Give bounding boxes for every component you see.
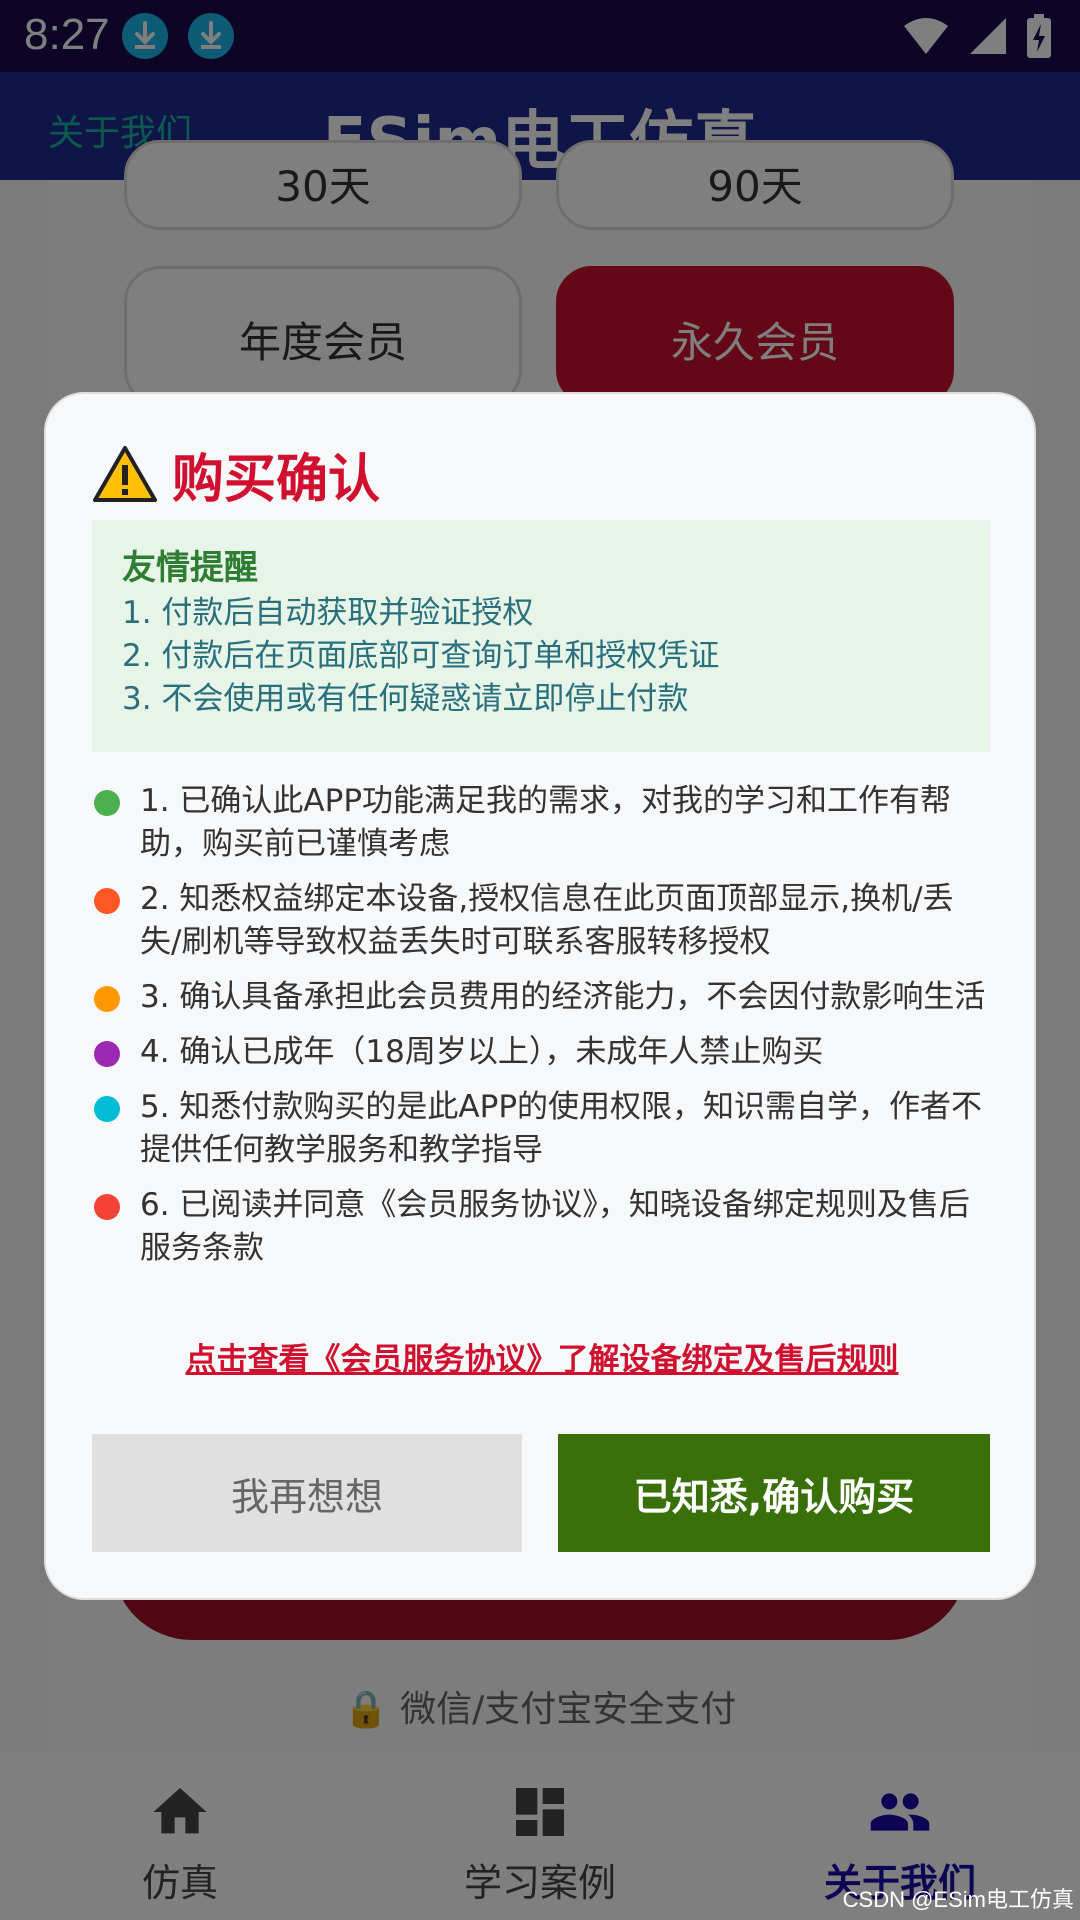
bullet-dot	[94, 1194, 120, 1220]
bullet-dot	[94, 888, 120, 914]
term-item: 4. 确认已成年（18周岁以上），未成年人禁止购买	[92, 1031, 990, 1074]
term-item: 2. 知悉权益绑定本设备,授权信息在此页面顶部显示,换机/丢失/刷机等导致权益丢…	[92, 878, 990, 964]
term-text: 2. 知悉权益绑定本设备,授权信息在此页面顶部显示,换机/丢失/刷机等导致权益丢…	[140, 881, 954, 960]
watermark: CSDN @ESim电工仿真	[842, 1887, 1074, 1912]
confirm-purchase-button[interactable]: 已知悉,确认购买	[558, 1434, 990, 1552]
bullet-dot	[94, 790, 120, 816]
term-text: 1. 已确认此APP功能满足我的需求，对我的学习和工作有帮助，购买前已谨慎考虑	[140, 783, 952, 862]
term-text: 4. 确认已成年（18周岁以上），未成年人禁止购买	[140, 1034, 824, 1070]
term-item: 3. 确认具备承担此会员费用的经济能力，不会因付款影响生活	[92, 976, 990, 1019]
term-text: 6. 已阅读并同意《会员服务协议》，知晓设备绑定规则及售后服务条款	[140, 1187, 970, 1266]
warning-icon	[93, 446, 157, 502]
dialog-header: 购买确认	[92, 434, 380, 514]
term-text: 3. 确认具备承担此会员费用的经济能力，不会因付款影响生活	[140, 979, 986, 1015]
reminder-line: 2. 付款后在页面底部可查询订单和授权凭证	[122, 638, 720, 674]
reminder-box: 友情提醒 1. 付款后自动获取并验证授权 2. 付款后在页面底部可查询订单和授权…	[92, 520, 990, 752]
term-item: 1. 已确认此APP功能满足我的需求，对我的学习和工作有帮助，购买前已谨慎考虑	[92, 780, 990, 866]
term-item: 5. 知悉付款购买的是此APP的使用权限，知识需自学，作者不提供任何教学服务和教…	[92, 1086, 990, 1172]
dialog-title: 购买确认	[172, 449, 381, 510]
term-text: 5. 知悉付款购买的是此APP的使用权限，知识需自学，作者不提供任何教学服务和教…	[140, 1089, 983, 1168]
bullet-dot	[94, 1096, 120, 1122]
purchase-confirm-dialog: 购买确认 友情提醒 1. 付款后自动获取并验证授权 2. 付款后在页面底部可查询…	[44, 392, 1036, 1600]
reminder-title: 友情提醒	[122, 548, 258, 588]
bullet-dot	[94, 1041, 120, 1067]
service-agreement-link[interactable]: 点击查看《会员服务协议》了解设备绑定及售后规则	[46, 1334, 1038, 1379]
bullet-dot	[94, 986, 120, 1012]
reminder-line: 1. 付款后自动获取并验证授权	[122, 595, 534, 631]
reminder-line: 3. 不会使用或有任何疑惑请立即停止付款	[122, 681, 689, 717]
term-item: 6. 已阅读并同意《会员服务协议》，知晓设备绑定规则及售后服务条款	[92, 1184, 990, 1270]
terms-list: 1. 已确认此APP功能满足我的需求，对我的学习和工作有帮助，购买前已谨慎考虑 …	[92, 780, 990, 1282]
cancel-button[interactable]: 我再想想	[92, 1434, 522, 1552]
